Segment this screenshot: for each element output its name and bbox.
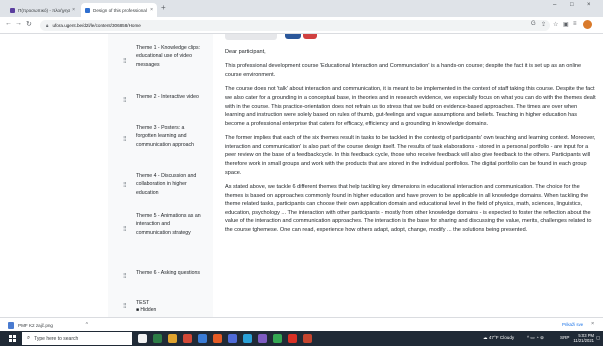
drag-handle-icon[interactable]: ⣿ [123, 182, 127, 188]
banner-accent-red [303, 34, 317, 39]
app-icon[interactable] [213, 334, 222, 343]
language-indicator[interactable]: SRP [560, 335, 569, 340]
taskbar-search-placeholder: Type here to search [34, 335, 79, 342]
reading-list-icon[interactable]: ≡ [573, 21, 577, 27]
clock-date: 11/21/2021 [573, 338, 594, 344]
sidebar-item-label: Theme 4 - Discussion and collaboration i… [136, 173, 197, 196]
greeting: Dear participant, [225, 49, 266, 55]
sidebar-item-theme-1[interactable]: ⣿ Theme 1 - Knowledge clips: educational… [120, 44, 210, 88]
minimize-button[interactable]: – [553, 2, 556, 8]
close-window-button[interactable]: × [587, 2, 591, 8]
chevron-up-icon[interactable]: ^ [86, 322, 88, 328]
chrome-icon[interactable] [273, 334, 282, 343]
tab-title: Π(προσωπικό) - πλοήγηση/ανάγνωση [18, 7, 71, 13]
show-all-downloads-link[interactable]: Prikaži sve [562, 322, 583, 327]
tab-close-icon[interactable]: × [150, 7, 153, 13]
download-filename: PMF K2 zajč.png [18, 322, 53, 328]
task-view-icon[interactable] [138, 334, 147, 343]
drag-handle-icon[interactable]: ⣿ [123, 273, 127, 279]
drag-handle-icon[interactable]: ⣿ [123, 226, 127, 232]
sidebar-item-theme-2[interactable]: ⣿ Theme 2 - Interactive video [120, 93, 210, 113]
page-content: ⣿ Theme 1 - Knowledge clips: educational… [0, 34, 603, 317]
tab-favicon-icon [85, 7, 90, 13]
banner-accent-blue [285, 34, 301, 39]
drag-handle-icon[interactable]: ⣿ [123, 58, 127, 64]
sidebar-item-theme-6[interactable]: ⣿ Theme 6 - Asking questions [120, 269, 210, 289]
sidebar-item-test[interactable]: ⣿ TEST ■ Hidden [120, 299, 210, 317]
app-icon[interactable] [258, 334, 267, 343]
sidebar-item-label: Theme 1 - Knowledge clips: educational u… [136, 45, 201, 68]
tab-close-icon[interactable]: × [72, 7, 75, 13]
maximize-button[interactable]: □ [570, 2, 574, 8]
app-icon[interactable] [243, 334, 252, 343]
file-icon [8, 321, 14, 329]
paragraph: The course does not 'talk' about interac… [225, 86, 596, 127]
address-bar[interactable]: 🔒︎ ufora.ugent.be/d2l/le/content/306858/… [40, 20, 550, 31]
download-bar: PMF K2 zajč.png ^ Prikaži sve × [0, 317, 603, 331]
share-icon[interactable]: ⇪ [541, 21, 546, 28]
sidebar-item-label: Theme 2 - Interactive video [136, 94, 199, 100]
sidebar-item-theme-4[interactable]: ⣿ Theme 4 - Discussion and collaboration… [120, 172, 210, 200]
download-item[interactable]: PMF K2 zajč.png ^ [8, 320, 88, 330]
app-icon[interactable] [198, 334, 207, 343]
app-icon[interactable] [153, 334, 162, 343]
tab-title: Design of this professional development.… [93, 7, 148, 13]
lock-icon: 🔒︎ [46, 23, 49, 28]
paragraph: This professional development course 'Ed… [225, 63, 582, 78]
browser-tab[interactable]: Π(προσωπικό) - πλοήγηση/ανάγνωση × [6, 3, 79, 17]
file-explorer-icon[interactable] [168, 334, 177, 343]
browser-tab-strip: Π(προσωπικό) - πλοήγηση/ανάγνωση × Desig… [0, 0, 603, 17]
address-url: ufora.ugent.be/d2l/le/content/306858/Hom… [52, 23, 141, 28]
banner-tab [225, 34, 277, 40]
sidebar-item-theme-5[interactable]: ⣿ Theme 5 - Animations as an interaction… [120, 212, 210, 252]
drag-handle-icon[interactable]: ⣿ [123, 136, 127, 142]
tray-icons[interactable]: ^ ▭ ◔ ⊚ [527, 335, 544, 341]
sidebar-item-label: Theme 5 - Animations as an interaction a… [136, 213, 201, 236]
windows-start-icon[interactable] [9, 335, 16, 342]
search-icon: ⌕ [27, 335, 31, 341]
new-tab-button[interactable]: + [161, 3, 166, 12]
app-icon[interactable] [303, 334, 312, 343]
forward-arrow-icon[interactable]: → [15, 20, 22, 27]
sidebar-item-label: Theme 3 - Posters: a forgotten learning … [136, 125, 194, 148]
notifications-icon[interactable]: ▢ [596, 335, 600, 341]
tab-favicon-icon [10, 7, 15, 13]
weather-widget[interactable]: ☁ 47°F Cloudy [483, 335, 514, 341]
table-of-contents-sidebar: ⣿ Theme 1 - Knowledge clips: educational… [108, 34, 213, 317]
profile-avatar[interactable] [583, 20, 592, 29]
reload-icon[interactable]: ↻ [26, 20, 32, 28]
paragraph: The former implies that each of the six … [225, 135, 596, 176]
course-banner [225, 34, 595, 40]
browser-toolbar: ← → ↻ 🔒︎ ufora.ugent.be/d2l/le/content/3… [0, 17, 603, 34]
sidebar-item-label: Theme 6 - Asking questions [136, 270, 201, 276]
hidden-icon: ■ [136, 307, 140, 313]
course-description: Dear participant, This professional deve… [225, 48, 597, 240]
drag-handle-icon[interactable]: ⣿ [123, 303, 127, 309]
browser-tab-active[interactable]: Design of this professional development.… [81, 3, 157, 17]
taskbar-search-input[interactable]: ⌕ Type here to search [22, 332, 132, 345]
back-arrow-icon[interactable]: ← [5, 20, 12, 27]
drag-handle-icon[interactable]: ⣿ [123, 97, 127, 103]
taskbar-clock[interactable]: 5:03 PM 11/21/2021 [572, 333, 594, 344]
bookmark-star-icon[interactable]: ☆ [553, 21, 558, 28]
windows-taskbar: ⌕ Type here to search ☁ 47°F Cloudy ^ ▭ … [0, 331, 603, 346]
cloud-icon: ☁ [483, 335, 488, 340]
sidebar-item-theme-3[interactable]: ⣿ Theme 3 - Posters: a forgotten learnin… [120, 124, 210, 160]
paragraph: As stated above, we tackle 6 different t… [225, 183, 592, 233]
hidden-status: ■ Hidden [136, 307, 157, 313]
google-icon[interactable]: G [531, 21, 536, 27]
close-download-bar-icon[interactable]: × [591, 321, 594, 327]
extensions-icon[interactable]: ▣ [563, 21, 569, 28]
app-icon[interactable] [228, 334, 237, 343]
app-icon[interactable] [183, 334, 192, 343]
app-icon[interactable] [288, 334, 297, 343]
